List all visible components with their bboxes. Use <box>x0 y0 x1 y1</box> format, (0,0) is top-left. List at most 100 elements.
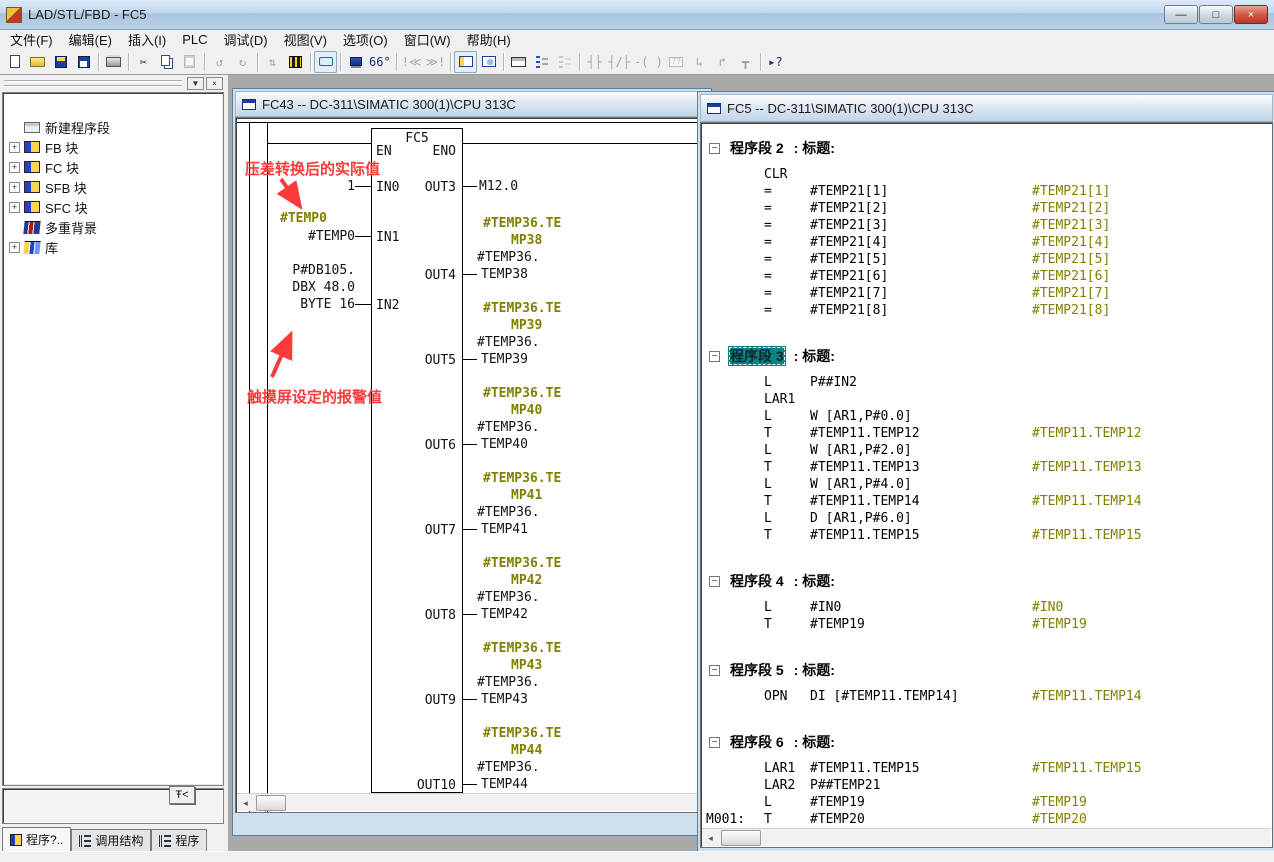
stl-line[interactable]: T#TEMP11.TEMP12#TEMP11.TEMP12 <box>702 426 1271 443</box>
dock-grip[interactable]: ▼ × <box>2 77 224 90</box>
network-3-header[interactable]: −程序段 3: 标题: <box>702 346 1271 366</box>
scroll-left-arrow[interactable]: ◂ <box>237 795 254 811</box>
menu-item-7[interactable]: 窗口(W) <box>396 29 459 50</box>
output-operand-line2[interactable]: TEMP40 <box>481 437 528 452</box>
stl-line[interactable]: LW [AR1,P#0.0] <box>702 409 1271 426</box>
tree-item-fb-blocks[interactable]: +FB 块 <box>3 137 223 157</box>
collapse-icon[interactable]: − <box>709 576 720 587</box>
stl-line[interactable]: M001:T#TEMP20#TEMP20 <box>702 812 1271 828</box>
output-operand-line1[interactable]: #TEMP36. <box>477 590 540 605</box>
collapse-icon[interactable]: − <box>709 737 720 748</box>
stl-line[interactable]: LW [AR1,P#2.0] <box>702 443 1271 460</box>
stl-editor[interactable]: −程序段 2: 标题:CLR=#TEMP21[1]#TEMP21[1]=#TEM… <box>702 124 1271 828</box>
output-operand-line2[interactable]: TEMP41 <box>481 522 528 537</box>
output-operand-line1[interactable]: #TEMP36. <box>477 760 540 775</box>
new-network-icon[interactable] <box>507 51 530 73</box>
stl-line[interactable]: =#TEMP21[1]#TEMP21[1] <box>702 184 1271 201</box>
save-source-icon[interactable] <box>49 51 72 73</box>
dock-menu-button[interactable]: ▼ <box>187 77 204 90</box>
output-operand-line1[interactable]: #TEMP36. <box>477 335 540 350</box>
program-elements-icon[interactable] <box>530 51 553 73</box>
monitor-toggle-icon[interactable] <box>314 51 337 73</box>
stl-line[interactable]: OPNDI [#TEMP11.TEMP14]#TEMP11.TEMP14 <box>702 689 1271 706</box>
network-2-header[interactable]: −程序段 2: 标题: <box>702 138 1271 158</box>
stl-line[interactable]: =#TEMP21[6]#TEMP21[6] <box>702 269 1271 286</box>
tree-item-sfc-blocks[interactable]: +SFC 块 <box>3 197 223 217</box>
menu-item-3[interactable]: PLC <box>174 31 215 48</box>
menu-item-4[interactable]: 调试(D) <box>216 29 276 50</box>
output-operand-line2[interactable]: TEMP39 <box>481 352 528 367</box>
stl-line[interactable]: =#TEMP21[5]#TEMP21[5] <box>702 252 1271 269</box>
copy-icon[interactable] <box>155 51 178 73</box>
detail-view-icon[interactable] <box>477 51 500 73</box>
tree-item-multi-instance[interactable]: 多重背景 <box>3 217 223 237</box>
stl-line[interactable]: LW [AR1,P#4.0] <box>702 477 1271 494</box>
expander-icon[interactable]: + <box>9 182 20 193</box>
diagnostics-icon[interactable] <box>284 51 307 73</box>
output-operand-line2[interactable]: TEMP42 <box>481 607 528 622</box>
tab-program-elements[interactable]: 程序?.. <box>2 827 71 851</box>
fc5-title-bar[interactable]: FC5 -- DC-311\SIMATIC 300(1)\CPU 313C <box>700 94 1273 122</box>
glasses-icon[interactable]: 66° <box>367 51 393 73</box>
collapse-icon[interactable]: − <box>709 143 720 154</box>
stl-line[interactable]: LP##IN2 <box>702 375 1271 392</box>
menu-item-1[interactable]: 编辑(E) <box>61 29 120 50</box>
output-operand-line2[interactable]: TEMP43 <box>481 692 528 707</box>
collapse-icon[interactable]: − <box>709 665 720 676</box>
scroll-left-arrow[interactable]: ◂ <box>702 830 719 846</box>
output-operand-line1[interactable]: #TEMP36. <box>477 250 540 265</box>
minimize-button[interactable]: — <box>1164 5 1198 24</box>
fc43-title-bar[interactable]: FC43 -- DC-311\SIMATIC 300(1)\CPU 313C <box>235 91 709 117</box>
dock-close-button[interactable]: × <box>206 77 223 90</box>
network-6-header[interactable]: −程序段 6: 标题: <box>702 732 1271 752</box>
network-title[interactable]: 程序段 6 <box>728 732 786 752</box>
network-title[interactable]: 程序段 3 <box>728 346 786 366</box>
tab-program[interactable]: 程序 <box>151 829 207 851</box>
new-document-icon[interactable] <box>3 51 26 73</box>
close-button[interactable]: × <box>1234 5 1268 24</box>
stl-line[interactable]: =#TEMP21[3]#TEMP21[3] <box>702 218 1271 235</box>
output-operand-line1[interactable]: #TEMP36. <box>477 505 540 520</box>
menu-item-8[interactable]: 帮助(H) <box>459 29 519 50</box>
out3-operand[interactable]: M12.0 <box>479 179 518 194</box>
stl-line[interactable]: T#TEMP19#TEMP19 <box>702 617 1271 634</box>
output-operand-line1[interactable]: #TEMP36. <box>477 675 540 690</box>
in1-operand[interactable]: #TEMP0 <box>237 229 355 244</box>
stl-line[interactable]: T#TEMP11.TEMP13#TEMP11.TEMP13 <box>702 460 1271 477</box>
connections-icon[interactable] <box>344 51 367 73</box>
network-title[interactable]: 程序段 4 <box>728 571 786 591</box>
fc5-horizontal-scrollbar[interactable]: ◂ <box>702 828 1271 846</box>
menu-item-2[interactable]: 插入(I) <box>120 29 174 50</box>
in0-operand[interactable]: 1 <box>237 179 355 194</box>
tab-call-structure[interactable]: 调用结构 <box>71 829 151 851</box>
lad-editor[interactable]: FC5 EN ENO IN0 IN1 IN2 OUT3 OUT4OUT5OUT6… <box>237 119 707 811</box>
expander-icon[interactable]: + <box>9 142 20 153</box>
network-4-header[interactable]: −程序段 4: 标题: <box>702 571 1271 591</box>
collapse-icon[interactable]: − <box>709 351 720 362</box>
stl-line[interactable]: CLR <box>702 167 1271 184</box>
stl-line[interactable]: LAR1#TEMP11.TEMP15#TEMP11.TEMP15 <box>702 761 1271 778</box>
network-title[interactable]: 程序段 2 <box>728 138 786 158</box>
tree-item-sfb-blocks[interactable]: +SFB 块 <box>3 177 223 197</box>
network-5-header[interactable]: −程序段 5: 标题: <box>702 660 1271 680</box>
tree-item-libraries[interactable]: +库 <box>3 237 223 257</box>
scroll-thumb[interactable] <box>721 830 761 846</box>
stl-line[interactable]: L#TEMP19#TEMP19 <box>702 795 1271 812</box>
in2-operand-line[interactable]: BYTE 16 <box>237 297 355 312</box>
menu-item-6[interactable]: 选项(O) <box>335 29 396 50</box>
network-title[interactable]: 程序段 5 <box>728 660 786 680</box>
expander-icon[interactable]: + <box>9 202 20 213</box>
stl-line[interactable]: =#TEMP21[2]#TEMP21[2] <box>702 201 1271 218</box>
print-icon[interactable] <box>102 51 125 73</box>
menu-item-0[interactable]: 文件(F) <box>2 29 61 50</box>
stl-line[interactable]: T#TEMP11.TEMP15#TEMP11.TEMP15 <box>702 528 1271 545</box>
tree-item-fc-blocks[interactable]: +FC 块 <box>3 157 223 177</box>
stl-line[interactable]: LAR2P##TEMP21 <box>702 778 1271 795</box>
stl-line[interactable]: =#TEMP21[7]#TEMP21[7] <box>702 286 1271 303</box>
save-icon[interactable] <box>72 51 95 73</box>
stl-line[interactable]: =#TEMP21[8]#TEMP21[8] <box>702 303 1271 320</box>
expander-icon[interactable]: + <box>9 242 20 253</box>
fc5-call-block[interactable]: FC5 EN ENO IN0 IN1 IN2 OUT3 OUT4OUT5OUT6… <box>371 128 463 793</box>
stl-line[interactable]: T#TEMP11.TEMP14#TEMP11.TEMP14 <box>702 494 1271 511</box>
output-operand-line2[interactable]: TEMP44 <box>481 777 528 792</box>
